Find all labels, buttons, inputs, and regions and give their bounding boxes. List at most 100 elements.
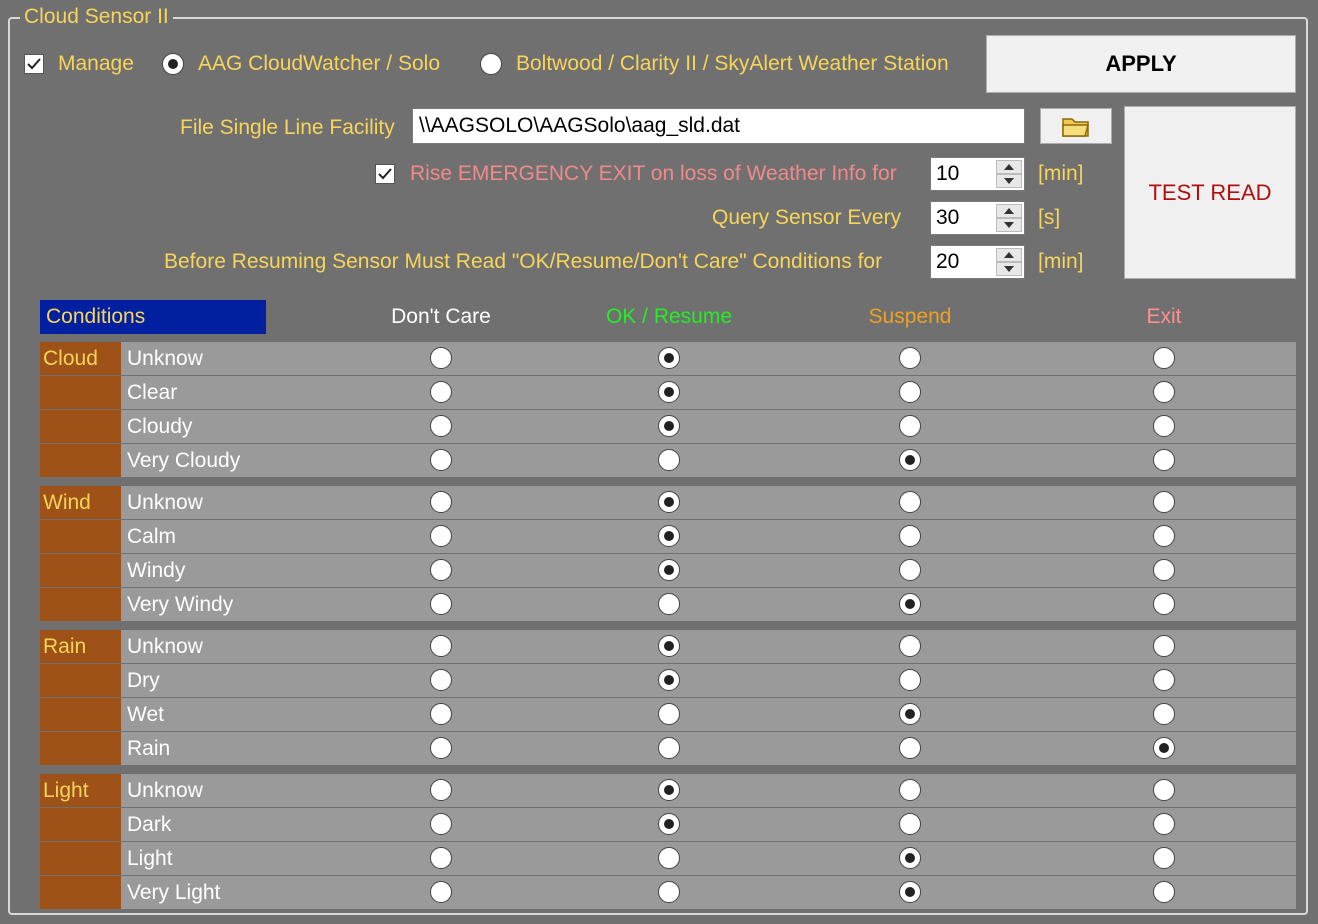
radio-ok-resume[interactable] bbox=[658, 491, 680, 513]
resume-duration-spinner[interactable]: 20 bbox=[930, 245, 1025, 279]
radio-suspend[interactable] bbox=[899, 449, 921, 471]
radio-exit[interactable] bbox=[1153, 381, 1175, 403]
spin-up-button[interactable] bbox=[996, 160, 1022, 174]
radio-suspend[interactable] bbox=[899, 779, 921, 801]
radio-dont-care[interactable] bbox=[430, 737, 452, 759]
radio-exit[interactable] bbox=[1153, 669, 1175, 691]
radio-ok-resume[interactable] bbox=[658, 449, 680, 471]
radio-ok-resume[interactable] bbox=[658, 737, 680, 759]
spin-up-button[interactable] bbox=[996, 204, 1022, 218]
emergency-exit-checkbox[interactable] bbox=[375, 164, 395, 184]
condition-label: Very Light bbox=[127, 881, 221, 904]
file-path-input[interactable]: \\AAGSOLO\AAGSolo\aag_sld.dat bbox=[412, 108, 1025, 144]
radio-exit[interactable] bbox=[1153, 881, 1175, 903]
radio-suspend[interactable] bbox=[899, 559, 921, 581]
condition-row-cloud-3: Very Cloudy bbox=[40, 444, 1296, 477]
radio-ok-resume[interactable] bbox=[658, 415, 680, 437]
radio-ok-resume[interactable] bbox=[658, 347, 680, 369]
radio-suspend[interactable] bbox=[899, 669, 921, 691]
radio-suspend[interactable] bbox=[899, 525, 921, 547]
category-cell: Light bbox=[40, 774, 121, 807]
condition-row-light-0: Light Unknow bbox=[40, 774, 1296, 807]
category-cell: Wind bbox=[40, 486, 121, 519]
radio-suspend[interactable] bbox=[899, 635, 921, 657]
radio-dont-care[interactable] bbox=[430, 635, 452, 657]
radio-dont-care[interactable] bbox=[430, 703, 452, 725]
radio-dont-care[interactable] bbox=[430, 559, 452, 581]
resume-unit: [min] bbox=[1038, 250, 1084, 273]
condition-row-cloud-0: Cloud Unknow bbox=[40, 342, 1296, 375]
radio-ok-resume[interactable] bbox=[658, 635, 680, 657]
radio-dont-care[interactable] bbox=[430, 491, 452, 513]
browse-folder-button[interactable] bbox=[1040, 108, 1112, 144]
radio-dont-care[interactable] bbox=[430, 813, 452, 835]
radio-exit[interactable] bbox=[1153, 525, 1175, 547]
radio-aag-cloudwatcher[interactable] bbox=[162, 53, 184, 75]
radio-suspend[interactable] bbox=[899, 703, 921, 725]
radio-ok-resume[interactable] bbox=[658, 779, 680, 801]
radio-exit[interactable] bbox=[1153, 559, 1175, 581]
radio-exit[interactable] bbox=[1153, 703, 1175, 725]
group-title: Cloud Sensor II bbox=[20, 5, 173, 29]
radio-exit[interactable] bbox=[1153, 737, 1175, 759]
radio-ok-resume[interactable] bbox=[658, 703, 680, 725]
radio-ok-resume[interactable] bbox=[658, 593, 680, 615]
radio-ok-resume[interactable] bbox=[658, 813, 680, 835]
radio-exit[interactable] bbox=[1153, 415, 1175, 437]
radio-exit[interactable] bbox=[1153, 491, 1175, 513]
radio-ok-resume[interactable] bbox=[658, 525, 680, 547]
spin-down-button[interactable] bbox=[996, 218, 1022, 232]
check-icon bbox=[27, 58, 41, 70]
radio-dont-care[interactable] bbox=[430, 593, 452, 615]
apply-button[interactable]: APPLY bbox=[986, 35, 1296, 93]
column-header-3: Exit bbox=[1146, 305, 1182, 328]
radio-dont-care[interactable] bbox=[430, 881, 452, 903]
query-interval-spinner[interactable]: 30 bbox=[930, 201, 1025, 235]
radio-ok-resume[interactable] bbox=[658, 559, 680, 581]
manage-checkbox[interactable] bbox=[24, 54, 44, 74]
radio-suspend[interactable] bbox=[899, 415, 921, 437]
radio-dont-care[interactable] bbox=[430, 525, 452, 547]
emergency-exit-label: Rise EMERGENCY EXIT on loss of Weather I… bbox=[410, 162, 897, 185]
radio-boltwood[interactable] bbox=[480, 53, 502, 75]
radio-dont-care[interactable] bbox=[430, 779, 452, 801]
condition-row-light-1: Dark bbox=[40, 808, 1296, 841]
radio-dont-care[interactable] bbox=[430, 381, 452, 403]
radio-exit[interactable] bbox=[1153, 635, 1175, 657]
category-cell bbox=[40, 444, 121, 477]
radio-dont-care[interactable] bbox=[430, 415, 452, 437]
radio-suspend[interactable] bbox=[899, 813, 921, 835]
radio-suspend[interactable] bbox=[899, 491, 921, 513]
radio-dont-care[interactable] bbox=[430, 347, 452, 369]
resume-duration-value: 20 bbox=[936, 250, 960, 273]
category-cell bbox=[40, 664, 121, 697]
radio-exit[interactable] bbox=[1153, 347, 1175, 369]
radio-suspend[interactable] bbox=[899, 847, 921, 869]
condition-row-light-3: Very Light bbox=[40, 876, 1296, 909]
radio-dont-care[interactable] bbox=[430, 669, 452, 691]
radio-exit[interactable] bbox=[1153, 449, 1175, 471]
emergency-timeout-spinner[interactable]: 10 bbox=[930, 157, 1025, 191]
spin-up-button[interactable] bbox=[996, 248, 1022, 262]
radio-suspend[interactable] bbox=[899, 347, 921, 369]
radio-suspend[interactable] bbox=[899, 593, 921, 615]
radio-suspend[interactable] bbox=[899, 737, 921, 759]
category-cell bbox=[40, 842, 121, 875]
condition-label: Dry bbox=[127, 669, 160, 692]
category-cell bbox=[40, 520, 121, 553]
radio-exit[interactable] bbox=[1153, 813, 1175, 835]
radio-ok-resume[interactable] bbox=[658, 847, 680, 869]
radio-exit[interactable] bbox=[1153, 779, 1175, 801]
radio-ok-resume[interactable] bbox=[658, 881, 680, 903]
radio-ok-resume[interactable] bbox=[658, 381, 680, 403]
radio-ok-resume[interactable] bbox=[658, 669, 680, 691]
radio-suspend[interactable] bbox=[899, 381, 921, 403]
spin-down-button[interactable] bbox=[996, 174, 1022, 188]
radio-exit[interactable] bbox=[1153, 847, 1175, 869]
radio-suspend[interactable] bbox=[899, 881, 921, 903]
radio-dont-care[interactable] bbox=[430, 847, 452, 869]
radio-exit[interactable] bbox=[1153, 593, 1175, 615]
test-read-button[interactable]: TEST READ bbox=[1124, 106, 1296, 279]
radio-dont-care[interactable] bbox=[430, 449, 452, 471]
spin-down-button[interactable] bbox=[996, 262, 1022, 276]
